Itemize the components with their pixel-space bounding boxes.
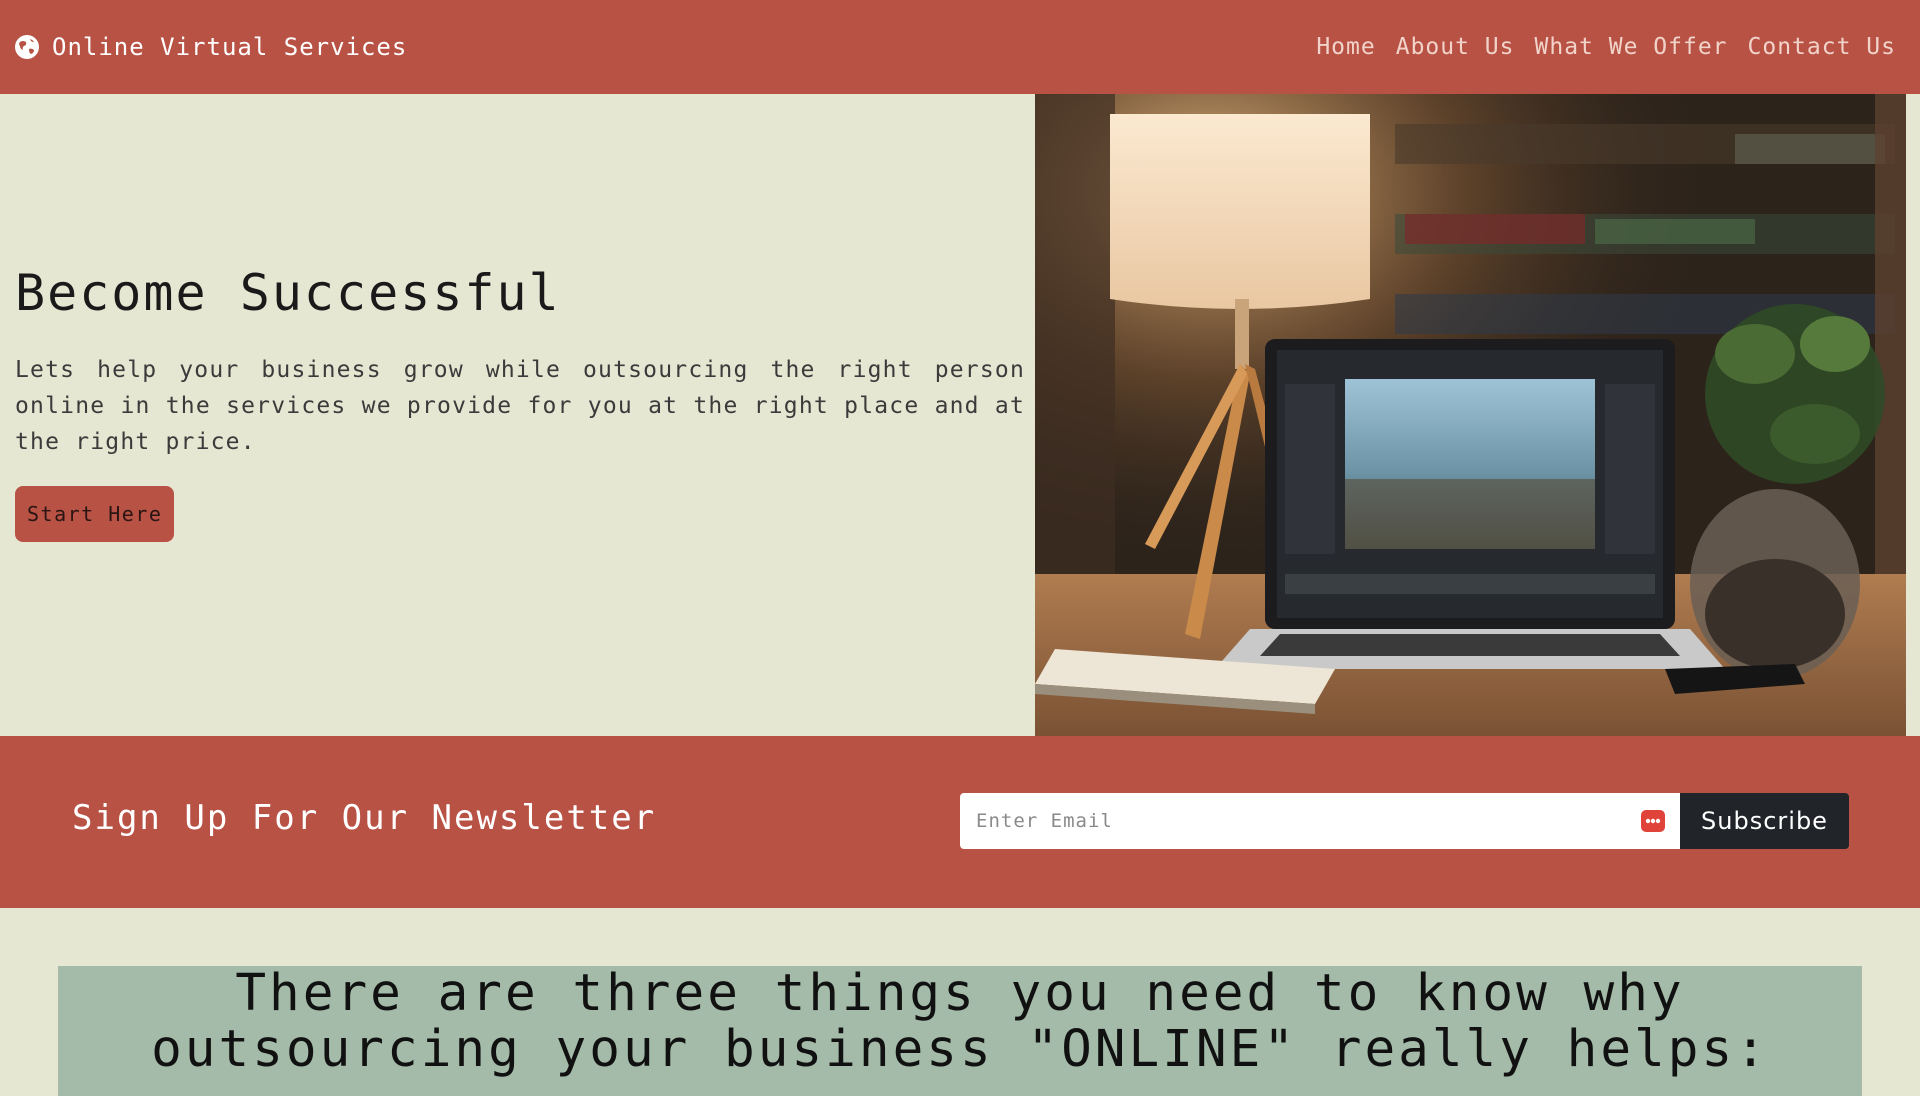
start-here-button[interactable]: Start Here [15,486,175,542]
newsletter-title: Sign Up For Our Newsletter [72,798,657,838]
hero-section: Become Successful Lets help your busines… [0,94,1920,736]
section-heading: There are three things you need to know … [151,964,1769,1079]
brand[interactable]: Online Virtual Services [14,33,407,61]
hero-image [1035,94,1906,736]
nav-about-us[interactable]: About Us [1396,34,1515,60]
nav-home[interactable]: Home [1316,34,1375,60]
password-dots-icon[interactable] [1640,809,1666,833]
email-input[interactable] [974,809,1640,833]
newsletter-section: Sign Up For Our Newsletter Subscribe [0,736,1920,908]
email-field[interactable] [960,793,1680,849]
hero-text: Become Successful Lets help your busines… [15,264,1025,542]
main-nav: Home About Us What We Offer Contact Us [1316,34,1896,60]
site-header: Online Virtual Services Home About Us Wh… [0,0,1920,94]
nav-what-we-offer[interactable]: What We Offer [1535,34,1728,60]
hero-title: Become Successful [15,264,561,322]
subscribe-button[interactable]: Subscribe [1680,793,1849,849]
info-panel: There are three things you need to know … [58,966,1862,1096]
laptop-desk-photo [1035,94,1906,736]
nav-contact-us[interactable]: Contact Us [1748,34,1896,60]
hero-description: Lets help your business grow while outso… [15,357,1025,455]
globe-icon [15,35,39,59]
brand-name: Online Virtual Services [52,33,408,61]
